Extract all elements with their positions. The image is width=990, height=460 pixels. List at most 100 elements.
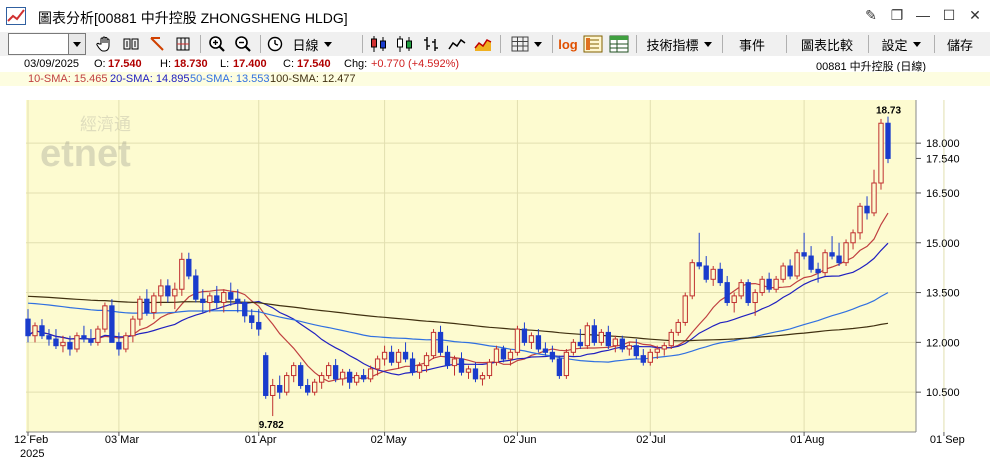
draw-line-icon[interactable] xyxy=(146,33,168,55)
zoom-in-icon[interactable] xyxy=(206,33,228,55)
crosshair-icon[interactable] xyxy=(120,33,142,55)
candle-body xyxy=(109,305,115,343)
settings-dropdown[interactable]: 設定 xyxy=(874,33,928,55)
candle-body xyxy=(514,328,521,353)
candle xyxy=(780,262,786,283)
candle-body xyxy=(423,355,430,367)
candle-body xyxy=(207,295,213,304)
candle-body xyxy=(395,351,402,363)
candle-body xyxy=(256,321,262,330)
x-tick-label: 02 May xyxy=(371,434,408,446)
candle-body xyxy=(584,325,591,347)
percent-scale-icon[interactable] xyxy=(582,33,604,55)
candle-body xyxy=(123,335,129,350)
candle-body xyxy=(843,242,849,264)
line-chart-icon[interactable] xyxy=(446,33,468,55)
compare-button[interactable]: 圖表比較 xyxy=(794,33,860,55)
open-label: O: xyxy=(94,58,106,70)
candle-body xyxy=(374,358,381,370)
candle-body xyxy=(291,365,297,377)
candle xyxy=(556,355,563,379)
x-tick-label: 12 Feb xyxy=(14,434,48,446)
candle-body xyxy=(298,365,304,387)
candle xyxy=(668,329,674,349)
candle-body xyxy=(367,368,374,380)
candle-body xyxy=(221,292,227,304)
close-icon[interactable]: ✕ xyxy=(966,6,984,24)
indicators-dropdown[interactable]: 技術指標 xyxy=(642,33,716,55)
candle-body xyxy=(228,292,234,300)
watermark-en: etnet xyxy=(40,133,131,175)
mountain-chart-icon[interactable] xyxy=(472,33,494,55)
candle-body xyxy=(381,351,388,360)
candle-body xyxy=(144,298,150,313)
candle xyxy=(486,358,493,379)
candle-body xyxy=(591,325,598,343)
candle xyxy=(298,362,304,389)
candle-body xyxy=(353,375,360,383)
period-dropdown[interactable]: 日線 xyxy=(288,33,336,55)
candle-body xyxy=(850,232,856,244)
quote-date: 03/09/2025 xyxy=(24,58,80,70)
minimize-icon[interactable]: — xyxy=(914,6,932,24)
candle-body xyxy=(759,278,765,294)
maximize-icon[interactable]: ☐ xyxy=(940,6,958,24)
candle xyxy=(109,299,115,343)
candle-body xyxy=(577,341,584,347)
candle-body xyxy=(668,331,674,347)
grid-dropdown[interactable] xyxy=(506,33,546,55)
candle-body xyxy=(682,295,688,323)
price-chart[interactable]: 經濟通 etnet 18.000 16.500 15.000 13.500 12.000… xyxy=(0,86,990,460)
candle-body xyxy=(780,265,786,280)
chevron-down-icon[interactable] xyxy=(68,34,85,54)
save-button[interactable]: 儲存 xyxy=(940,33,980,55)
candlestick-icon[interactable] xyxy=(368,33,390,55)
title-bar: 圖表分析[00881 中升控股 ZHONGSHENG HLDG] ✎ ❐ — ☐… xyxy=(0,0,990,33)
candle-body xyxy=(67,341,73,350)
candle-body xyxy=(360,375,367,380)
candle-body xyxy=(235,298,241,304)
candle xyxy=(263,352,269,399)
hollow-candle-icon[interactable] xyxy=(394,33,416,55)
fibonacci-icon[interactable] xyxy=(172,33,194,55)
candle-body xyxy=(521,328,528,343)
candle-body xyxy=(388,351,395,363)
quote-bar: 03/09/2025 O: 17.540 H: 18.730 L: 17.400… xyxy=(0,56,990,73)
y-tick-label: 13.500 xyxy=(926,288,960,300)
candle-body xyxy=(214,295,220,304)
log-scale-button[interactable]: log xyxy=(556,33,580,55)
candle xyxy=(123,332,129,353)
candle-body xyxy=(74,335,80,350)
clock-icon[interactable] xyxy=(266,33,284,55)
data-table-icon[interactable] xyxy=(608,33,630,55)
candle-body xyxy=(605,331,611,347)
candle-body xyxy=(402,351,409,360)
pan-hand-icon[interactable] xyxy=(94,33,116,55)
candle-body xyxy=(242,302,248,317)
restore-icon[interactable]: ❐ xyxy=(888,6,906,24)
candle xyxy=(738,279,744,300)
edit-icon[interactable]: ✎ xyxy=(862,6,880,24)
candle xyxy=(563,349,570,379)
symbol-combo[interactable] xyxy=(8,33,86,55)
candle-body xyxy=(346,371,353,383)
candle xyxy=(878,118,884,190)
events-button[interactable]: 事件 xyxy=(728,33,776,55)
zoom-out-icon[interactable] xyxy=(232,33,254,55)
candle-body xyxy=(339,371,346,380)
candle xyxy=(102,302,108,333)
candle-body xyxy=(766,278,772,290)
open-value: 17.540 xyxy=(108,58,142,70)
y-tick-label: 10.500 xyxy=(926,387,960,399)
candle-body xyxy=(738,282,744,297)
candle-body xyxy=(745,282,751,304)
candle-body xyxy=(332,365,339,380)
candle-body xyxy=(787,265,793,277)
candle-body xyxy=(95,328,101,343)
chart-analysis-window: 圖表分析[00881 中升控股 ZHONGSHENG HLDG] ✎ ❐ — ☐… xyxy=(0,0,990,460)
ohlc-bar-icon[interactable] xyxy=(420,33,442,55)
x-tick-label: 02 Jun xyxy=(503,434,536,446)
candle-body xyxy=(81,335,87,340)
candle-body xyxy=(612,338,618,347)
x-tick-label: 01 Sep xyxy=(930,434,965,446)
